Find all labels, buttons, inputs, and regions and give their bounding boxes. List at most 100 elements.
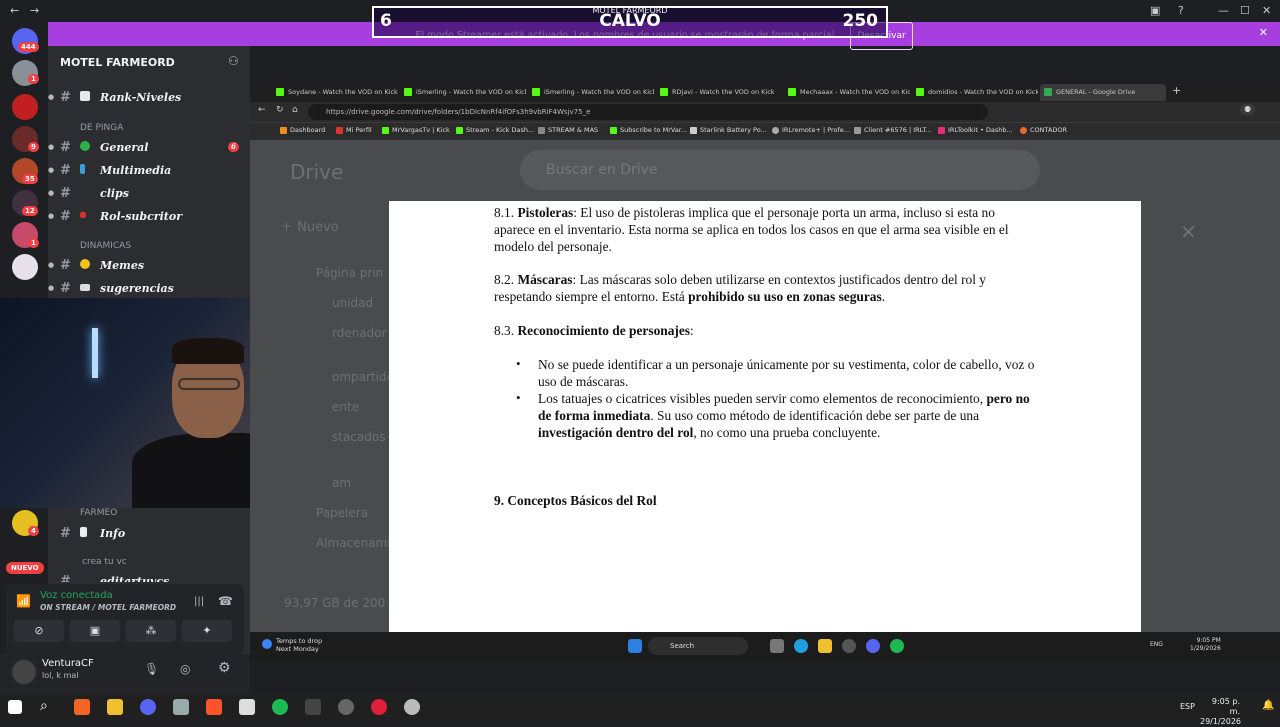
windows-start-icon[interactable]: [8, 700, 22, 714]
maximize-icon[interactable]: ☐: [1240, 4, 1250, 17]
drive-nav-item[interactable]: Papelera: [316, 506, 368, 520]
category-label[interactable]: DINAMICAS: [80, 241, 131, 251]
server-icon[interactable]: [12, 94, 38, 120]
category-label[interactable]: crea tu vc: [82, 557, 127, 567]
server-name[interactable]: MOTEL FARMEORD: [60, 56, 175, 69]
app-icon[interactable]: [74, 699, 90, 715]
drive-nav-item[interactable]: rdenador: [332, 326, 387, 340]
channel-item[interactable]: ● # Rol-subcritor: [48, 207, 250, 227]
category-label[interactable]: FARMEO: [80, 508, 117, 518]
drive-logo[interactable]: Drive: [290, 160, 343, 184]
app-icon[interactable]: [239, 699, 255, 715]
back-icon[interactable]: ←: [10, 4, 19, 17]
new-button[interactable]: ＋ Nuevo: [280, 216, 339, 235]
camera-off-button[interactable]: ⊘: [14, 620, 64, 642]
add-member-icon[interactable]: ⚇: [228, 54, 239, 68]
bookmark[interactable]: Stream - Kick Dash...: [456, 126, 534, 134]
headset-icon[interactable]: ◎: [180, 662, 190, 676]
gear-icon[interactable]: ⚙: [218, 660, 231, 676]
channel-item[interactable]: ● # sugerencias: [48, 279, 250, 299]
channel-item[interactable]: ● # clips: [48, 184, 250, 204]
notification-icon[interactable]: 🔔: [1262, 700, 1274, 711]
clock[interactable]: 9:05 PM 1/29/2026: [1190, 637, 1221, 653]
close-preview-icon[interactable]: ✕: [1180, 220, 1197, 244]
browser-tab-active[interactable]: GENERAL - Google Drive: [1040, 84, 1166, 101]
bookmark[interactable]: Mi Perfil: [336, 126, 372, 134]
channel-item[interactable]: # Info: [48, 524, 250, 544]
drive-search-input[interactable]: Buscar en Drive: [520, 150, 1040, 190]
chat-icon[interactable]: ⚉: [1240, 104, 1256, 115]
mic-icon[interactable]: 🎙: [144, 662, 159, 676]
spotify-icon[interactable]: [272, 699, 288, 715]
bookmark[interactable]: IRLToolkit • Dashb...: [938, 126, 1013, 134]
help-icon[interactable]: ?: [1178, 4, 1184, 17]
home-icon[interactable]: ⌂: [292, 105, 298, 115]
category-label[interactable]: DE PINGA: [80, 123, 123, 133]
soundboard-button[interactable]: ✦: [182, 620, 232, 642]
bookmark[interactable]: STREAM & MAS: [538, 126, 598, 134]
channel-item[interactable]: ● # Multimedia: [48, 161, 250, 181]
browser-tab[interactable]: Mechaaax - Watch the VOD on Kick: [784, 84, 910, 101]
browser-tab[interactable]: domidios - Watch the VOD on Kick: [912, 84, 1038, 101]
windows-start-icon[interactable]: [628, 639, 642, 653]
channel-item[interactable]: ● # Memes: [48, 256, 250, 276]
channel-item[interactable]: # editartuvcs: [48, 572, 250, 582]
drive-nav-item[interactable]: Página prin: [316, 266, 383, 280]
bookmark[interactable]: MrVargasTv | Kick: [382, 126, 450, 134]
bookmark[interactable]: CONTADOR: [1020, 126, 1067, 134]
soundboard-icon[interactable]: |||: [194, 596, 204, 607]
reload-icon[interactable]: ↻: [276, 105, 284, 115]
close-icon[interactable]: ✕: [1262, 4, 1271, 17]
calculator-icon[interactable]: [173, 699, 189, 715]
obs-icon[interactable]: [371, 699, 387, 715]
voice-channel[interactable]: ON STREAM / MOTEL FARMEORD: [40, 603, 176, 612]
language-indicator[interactable]: ESP: [1180, 702, 1195, 711]
app-icon[interactable]: [842, 639, 856, 653]
browser-tab[interactable]: Soydane - Watch the VOD on Kick: [272, 84, 398, 101]
app-icon[interactable]: [404, 699, 420, 715]
language-indicator[interactable]: ENG: [1150, 641, 1163, 648]
browser-tab[interactable]: RDjavi - Watch the VOD on Kick: [656, 84, 782, 101]
browser-tab[interactable]: iSmerling - Watch the VOD on Kick: [400, 84, 526, 101]
new-tab-icon[interactable]: +: [1172, 84, 1181, 97]
back-icon[interactable]: ←: [258, 105, 266, 115]
bookmark[interactable]: Subscribe to MrVar...: [610, 126, 687, 134]
drive-nav-item[interactable]: Almacenami: [316, 536, 391, 550]
drive-nav-item[interactable]: ente: [332, 400, 359, 414]
drive-nav-item[interactable]: am: [332, 476, 351, 490]
bookmark[interactable]: Starlink Battery Po...: [690, 126, 767, 134]
url-input[interactable]: https://drive.google.com/drive/folders/1…: [308, 104, 988, 120]
folder-icon[interactable]: [818, 639, 832, 653]
app-icon[interactable]: [338, 699, 354, 715]
drive-nav-item[interactable]: unidad: [332, 296, 373, 310]
activities-button[interactable]: ⁂: [126, 620, 176, 642]
bookmark[interactable]: Client #6576 | IRLT...: [854, 126, 932, 134]
inbox-icon[interactable]: ▣: [1150, 4, 1160, 17]
avatar[interactable]: [12, 660, 36, 684]
discord-icon[interactable]: [866, 639, 880, 653]
edge-icon[interactable]: [794, 639, 808, 653]
username[interactable]: VenturaCF: [42, 658, 94, 669]
brave-icon[interactable]: [206, 699, 222, 715]
forward-icon[interactable]: →: [30, 4, 39, 17]
spotify-icon[interactable]: [890, 639, 904, 653]
folder-icon[interactable]: [107, 699, 123, 715]
app-icon[interactable]: [305, 699, 321, 715]
browser-tab[interactable]: iSmerling - Watch the VOD on Kick: [528, 84, 654, 101]
disconnect-icon[interactable]: ☎: [218, 594, 233, 608]
screen-share-button[interactable]: ▣: [70, 620, 120, 642]
bookmark[interactable]: IRLremote+ | Profe...: [772, 126, 850, 134]
voice-status[interactable]: Voz conectada: [40, 590, 113, 601]
drive-nav-item[interactable]: stacados: [332, 430, 385, 444]
channel-item[interactable]: ● # Rank-Niveles: [48, 88, 250, 108]
clock[interactable]: 9:05 p. m. 29/1/2026: [1200, 697, 1241, 727]
server-icon[interactable]: [12, 254, 38, 280]
close-banner-icon[interactable]: ✕: [1259, 26, 1268, 39]
app-icon[interactable]: [770, 639, 784, 653]
taskbar-search[interactable]: Search: [648, 637, 748, 655]
channel-item[interactable]: ● # General 6: [48, 138, 250, 158]
weather-widget[interactable]: Temps to drop Next Monday: [262, 637, 322, 653]
minimize-icon[interactable]: —: [1218, 4, 1229, 17]
discord-icon[interactable]: [140, 699, 156, 715]
search-icon[interactable]: ⌕: [40, 698, 48, 714]
